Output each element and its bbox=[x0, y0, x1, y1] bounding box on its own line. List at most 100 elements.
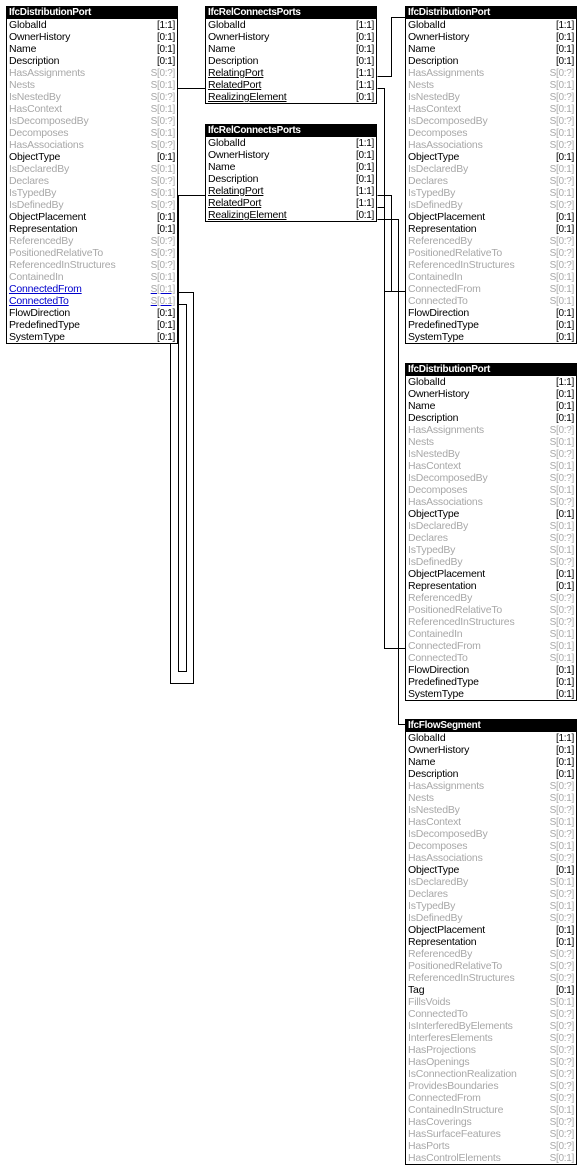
attribute-row: ObjectType [0:1] bbox=[406, 508, 576, 520]
attribute-name: ReferencedInStructures bbox=[9, 259, 116, 271]
attribute-cardinality: [0:1] bbox=[356, 56, 374, 67]
attribute-name: Description bbox=[408, 768, 459, 780]
entity-box-flow-segment[interactable]: IfcFlowSegment GlobalId [1:1] OwnerHistory [… bbox=[405, 719, 577, 1165]
attribute-cardinality: S[0:1] bbox=[549, 188, 575, 199]
attribute-name: ContainedInStructure bbox=[408, 1104, 504, 1116]
entity-box-port-right-bottom[interactable]: IfcDistributionPort GlobalId [1:1] OwnerHis… bbox=[405, 363, 577, 701]
attribute-row: IsNestedBy S[0:?] bbox=[406, 91, 576, 103]
attribute-row: ReferencedBy S[0:?] bbox=[406, 948, 576, 960]
attribute-row[interactable]: ConnectedTo S[0:1] bbox=[7, 295, 177, 307]
attribute-name: Nests bbox=[408, 79, 434, 91]
attribute-name: Description bbox=[208, 55, 259, 67]
attribute-cardinality: S[0:1] bbox=[150, 272, 176, 283]
attribute-cardinality: [0:1] bbox=[556, 320, 574, 331]
attribute-name: ConnectedFrom bbox=[408, 283, 481, 295]
attribute-name: ContainedIn bbox=[9, 271, 64, 283]
attribute-name: Nests bbox=[408, 436, 434, 448]
attribute-name: HasContext bbox=[408, 460, 461, 472]
attribute-row: Nests S[0:1] bbox=[406, 79, 576, 91]
attribute-name: GlobalId bbox=[208, 19, 246, 31]
attribute-cardinality: S[0:1] bbox=[549, 629, 575, 640]
attribute-name: ReferencedInStructures bbox=[408, 616, 515, 628]
attribute-cardinality: [1:1] bbox=[556, 20, 574, 31]
attribute-row: ContainedIn S[0:1] bbox=[406, 271, 576, 283]
attribute-cardinality: S[0:?] bbox=[549, 1057, 575, 1068]
attribute-row: Nests S[0:1] bbox=[406, 436, 576, 448]
attribute-name: IsDefinedBy bbox=[408, 556, 463, 568]
attribute-row: RelatedPort [1:1] bbox=[206, 79, 376, 91]
attribute-row: HasAssignments S[0:?] bbox=[406, 780, 576, 792]
attribute-cardinality: [0:1] bbox=[556, 581, 574, 592]
attribute-cardinality: S[0:?] bbox=[549, 961, 575, 972]
attribute-cardinality: S[0:?] bbox=[549, 1045, 575, 1056]
attribute-row: HasPorts S[0:?] bbox=[406, 1140, 576, 1152]
attribute-name: IsDeclaredBy bbox=[408, 163, 469, 175]
attribute-row: ReferencedBy S[0:?] bbox=[406, 235, 576, 247]
attribute-row[interactable]: ConnectedFrom S[0:1] bbox=[7, 283, 177, 295]
attribute-cardinality: S[0:1] bbox=[549, 80, 575, 91]
attribute-name: Declares bbox=[408, 532, 448, 544]
attribute-name: IsDeclaredBy bbox=[408, 876, 469, 888]
entity-box-port-right-top[interactable]: IfcDistributionPort GlobalId [1:1] OwnerHis… bbox=[405, 6, 577, 344]
attribute-name: PredefinedType bbox=[9, 319, 80, 331]
attribute-name: Nests bbox=[9, 79, 35, 91]
attribute-name: Name bbox=[208, 161, 236, 173]
attribute-row: ContainedInStructure S[0:1] bbox=[406, 1104, 576, 1116]
attribute-name: IsTypedBy bbox=[408, 900, 456, 912]
attribute-row: GlobalId [1:1] bbox=[206, 19, 376, 31]
attribute-row: OwnerHistory [0:1] bbox=[206, 149, 376, 161]
attribute-row: Description [0:1] bbox=[406, 55, 576, 67]
attribute-name: RelatedPort bbox=[208, 197, 262, 209]
attribute-name: RelatingPort bbox=[208, 185, 264, 197]
attribute-row: HasAssociations S[0:?] bbox=[406, 852, 576, 864]
attribute-cardinality: S[0:1] bbox=[549, 164, 575, 175]
attribute-name: ConnectedTo bbox=[9, 295, 69, 307]
attribute-cardinality: S[0:?] bbox=[549, 781, 575, 792]
attribute-row: ReferencedInStructures S[0:?] bbox=[406, 972, 576, 984]
entity-box-port-left[interactable]: IfcDistributionPort GlobalId [1:1] OwnerHis… bbox=[6, 6, 178, 344]
attribute-row: Decomposes S[0:1] bbox=[406, 484, 576, 496]
entity-box-rel-top[interactable]: IfcRelConnectsPorts GlobalId [1:1] OwnerHis… bbox=[205, 6, 377, 104]
attribute-row: ObjectPlacement [0:1] bbox=[406, 568, 576, 580]
attribute-cardinality: S[0:?] bbox=[549, 1141, 575, 1152]
attribute-cardinality: S[0:1] bbox=[549, 545, 575, 556]
attribute-name: IsDecomposedBy bbox=[408, 828, 488, 840]
attribute-cardinality: [0:1] bbox=[556, 32, 574, 43]
attribute-row: PredefinedType [0:1] bbox=[406, 319, 576, 331]
attribute-cardinality: [0:1] bbox=[556, 308, 574, 319]
attribute-cardinality: S[0:1] bbox=[549, 901, 575, 912]
attribute-row: IsTypedBy S[0:1] bbox=[406, 900, 576, 912]
attribute-row: FlowDirection [0:1] bbox=[7, 307, 177, 319]
attribute-row: IsNestedBy S[0:?] bbox=[406, 804, 576, 816]
attribute-row: ObjectPlacement [0:1] bbox=[7, 211, 177, 223]
attribute-name: GlobalId bbox=[208, 137, 246, 149]
attribute-list: GlobalId [1:1] OwnerHistory [0:1] Name [0:1] D… bbox=[406, 19, 576, 343]
attribute-cardinality: [0:1] bbox=[157, 212, 175, 223]
entity-title-port-right-top: IfcDistributionPort bbox=[406, 7, 576, 19]
attribute-row: HasAssignments S[0:?] bbox=[406, 67, 576, 79]
attribute-name: Description bbox=[408, 412, 459, 424]
entity-box-rel-bottom[interactable]: IfcRelConnectsPorts GlobalId [1:1] OwnerHis… bbox=[205, 124, 377, 222]
attribute-cardinality: S[0:?] bbox=[549, 889, 575, 900]
attribute-cardinality: [0:1] bbox=[556, 925, 574, 936]
attribute-row: RelatingPort [1:1] bbox=[206, 185, 376, 197]
attribute-cardinality: S[0:1] bbox=[150, 80, 176, 91]
attribute-cardinality: [1:1] bbox=[157, 20, 175, 31]
attribute-row: IsNestedBy S[0:?] bbox=[7, 91, 177, 103]
attribute-name: GlobalId bbox=[9, 19, 47, 31]
attribute-row: OwnerHistory [0:1] bbox=[206, 31, 376, 43]
attribute-name: ObjectPlacement bbox=[408, 568, 485, 580]
attribute-row: SystemType [0:1] bbox=[406, 331, 576, 343]
attribute-cardinality: [0:1] bbox=[157, 224, 175, 235]
attribute-cardinality: S[0:1] bbox=[549, 296, 575, 307]
attribute-name: ConnectedFrom bbox=[408, 1092, 481, 1104]
attribute-cardinality: S[0:1] bbox=[549, 104, 575, 115]
attribute-row: PositionedRelativeTo S[0:?] bbox=[406, 604, 576, 616]
attribute-row: HasContext S[0:1] bbox=[406, 460, 576, 472]
attribute-cardinality: [0:1] bbox=[356, 162, 374, 173]
attribute-name: HasAssociations bbox=[408, 852, 483, 864]
attribute-cardinality: S[0:?] bbox=[549, 973, 575, 984]
attribute-cardinality: [0:1] bbox=[556, 757, 574, 768]
attribute-name: FlowDirection bbox=[408, 664, 469, 676]
attribute-cardinality: S[0:1] bbox=[549, 128, 575, 139]
